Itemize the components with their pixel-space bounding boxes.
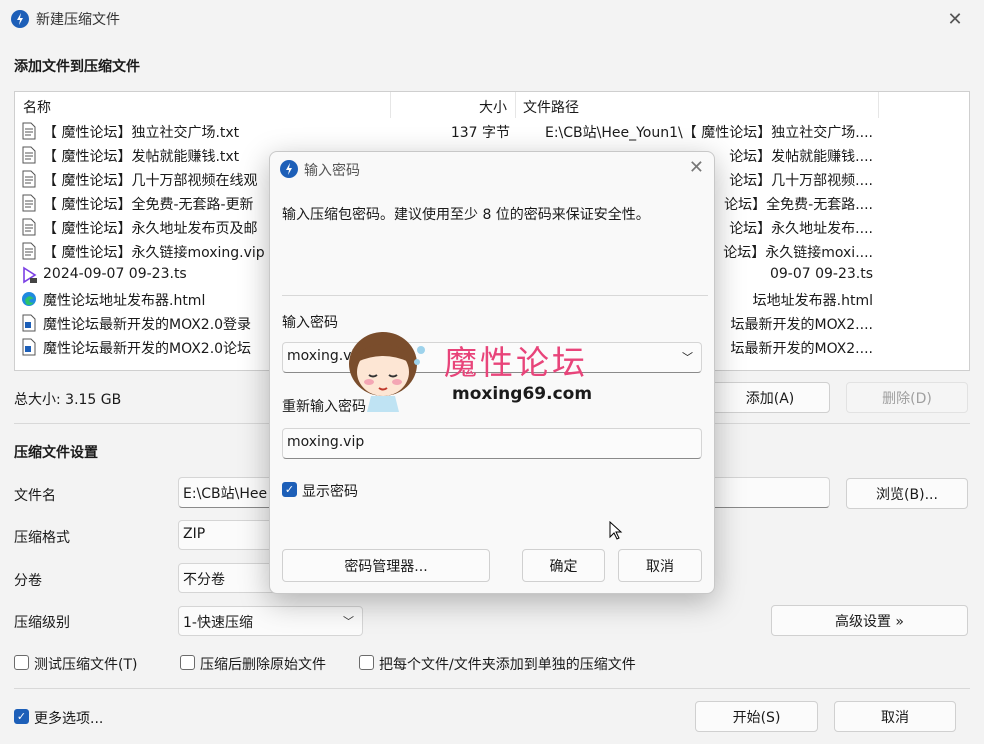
file-path-cell: 论坛】永久链接moxi.... [723, 245, 873, 261]
watermark-title: 魔性论坛 [444, 343, 588, 382]
file-name-cell: 魔性论坛最新开发的MOX2.0论坛 [43, 341, 252, 357]
text-file-icon [21, 170, 37, 188]
dialog-cancel-button[interactable]: 取消 [618, 549, 702, 582]
chevron-down-icon: ﹀ [343, 615, 354, 628]
start-button[interactable]: 开始(S) [695, 701, 818, 732]
file-path-cell: 论坛】几十万部视频.... [729, 173, 873, 189]
total-size-text: 总大小: 3.15 GB [14, 392, 122, 408]
advanced-settings-button[interactable]: 高级设置 » [771, 605, 968, 636]
file-path-cell: 论坛】全免费-无套路.... [724, 197, 873, 213]
text-file-icon [21, 194, 37, 212]
test-archive-label: 测试压缩文件(T) [34, 657, 138, 673]
text-file-icon [21, 146, 37, 164]
volume-label: 分卷 [14, 573, 42, 589]
file-path-cell: 论坛】发帖就能赚钱.... [729, 149, 873, 165]
separate-archives-label: 把每个文件/文件夹添加到单独的压缩文件 [379, 657, 636, 673]
filename-label: 文件名 [14, 488, 56, 504]
file-name-cell: 【 魔性论坛】发帖就能赚钱.txt [43, 149, 240, 165]
text-file-icon [21, 242, 37, 260]
close-window-button[interactable]: ✕ [932, 0, 978, 38]
dialog-close-icon[interactable]: ✕ [689, 157, 704, 178]
file-path-cell: 论坛】永久地址发布.... [729, 221, 873, 237]
column-header-path[interactable]: 文件路径 [523, 97, 579, 117]
file-name-cell: 2024-09-07 09-23.ts [43, 266, 187, 282]
section-add-files-heading: 添加文件到压缩文件 [14, 59, 140, 75]
show-password-checkbox[interactable]: ✓ [282, 482, 297, 497]
dialog-description: 输入压缩包密码。建议使用至少 8 位的密码来保证安全性。 [282, 207, 650, 223]
dialog-title: 输入密码 [304, 163, 360, 179]
file-list-header: 名称 大小 文件路径 [15, 92, 969, 118]
cancel-button[interactable]: 取消 [834, 701, 956, 732]
browse-button[interactable]: 浏览(B)... [846, 478, 968, 509]
add-button[interactable]: 添加(A) [710, 382, 830, 413]
format-label: 压缩格式 [14, 530, 70, 546]
password-label: 输入密码 [282, 315, 338, 331]
more-options-label: 更多选项... [34, 711, 104, 727]
watermark-url: moxing69.com [452, 384, 593, 404]
file-path-cell: 坛地址发布器.html [752, 293, 873, 309]
word-doc-icon [21, 338, 37, 356]
text-file-icon [21, 218, 37, 236]
column-header-name[interactable]: 名称 [23, 97, 51, 117]
more-options-checkbox[interactable]: ✓ [14, 709, 29, 724]
text-file-icon [21, 122, 37, 140]
divider [14, 688, 970, 689]
word-doc-icon [21, 314, 37, 332]
divider [282, 295, 708, 296]
file-name-cell: 【 魔性论坛】几十万部视频在线观 [43, 173, 258, 189]
file-name-cell: 【 魔性论坛】独立社交广场.txt [43, 125, 240, 141]
test-archive-checkbox[interactable] [14, 655, 29, 670]
edge-html-icon [21, 290, 37, 308]
file-size-cell: 137 字节 [450, 125, 510, 141]
chevron-down-icon[interactable]: ﹀ [682, 349, 693, 365]
file-name-cell: 魔性论坛地址发布器.html [43, 293, 206, 309]
app-logo-icon [11, 10, 29, 28]
file-path-cell: 坛最新开发的MOX2.... [730, 317, 873, 333]
separate-archives-checkbox[interactable] [359, 655, 374, 670]
video-file-icon [21, 266, 37, 284]
file-name-cell: 【 魔性论坛】永久链接moxing.vip [43, 245, 265, 261]
delete-after-checkbox[interactable] [180, 655, 195, 670]
section-settings-heading: 压缩文件设置 [14, 445, 98, 461]
format-select-value: ZIP [183, 526, 206, 542]
mascot-watermark [349, 332, 425, 412]
confirm-password-input[interactable]: moxing.vip [282, 428, 702, 459]
file-list-row[interactable]: 【 魔性论坛】独立社交广场.txt 137 字节 E:\CB站\Hee_Youn1\… [15, 119, 969, 143]
file-name-cell: 【 魔性论坛】永久地址发布页及邮 [43, 221, 258, 237]
file-path-cell: 坛最新开发的MOX2.... [730, 341, 873, 357]
delete-button[interactable]: 删除(D) [846, 382, 968, 413]
file-path-cell: 09-07 09-23.ts [769, 266, 873, 282]
app-logo-icon [280, 160, 298, 178]
level-select[interactable]: 1-快速压缩 ﹀ [178, 606, 363, 636]
file-name-cell: 魔性论坛最新开发的MOX2.0登录 [43, 317, 252, 333]
volume-select-value: 不分卷 [183, 572, 225, 588]
level-label: 压缩级别 [14, 615, 70, 631]
title-bar: 新建压缩文件 ✕ [0, 0, 984, 38]
column-header-size[interactable]: 大小 [479, 97, 507, 117]
mouse-cursor-icon [609, 521, 623, 540]
password-manager-button[interactable]: 密码管理器... [282, 549, 490, 582]
window-title: 新建压缩文件 [36, 12, 120, 28]
ok-button[interactable]: 确定 [522, 549, 605, 582]
show-password-label: 显示密码 [302, 484, 358, 500]
file-name-cell: 【 魔性论坛】全免费-无套路-更新 [43, 197, 254, 213]
level-select-value: 1-快速压缩 [183, 615, 253, 631]
file-path-cell: E:\CB站\Hee_Youn1\【 魔性论坛】独立社交广场.... [544, 125, 873, 141]
delete-after-label: 压缩后删除原始文件 [200, 657, 326, 673]
